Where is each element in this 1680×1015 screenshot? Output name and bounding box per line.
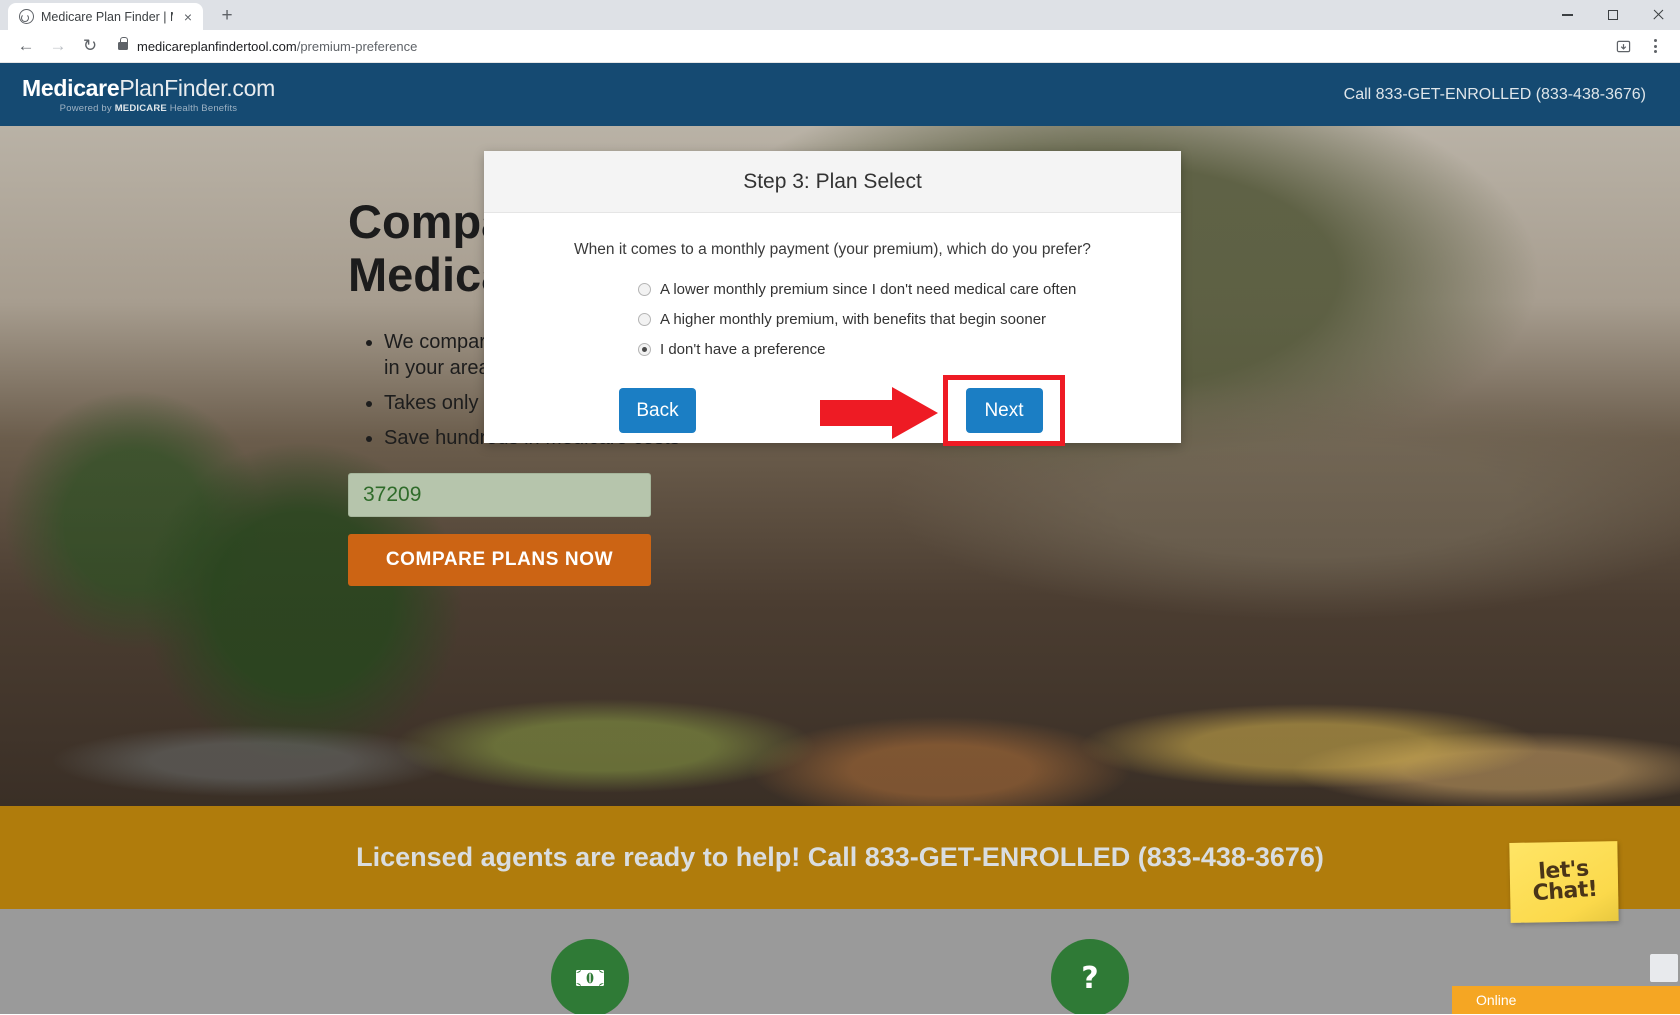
back-button[interactable]: Back <box>619 388 696 433</box>
logo-main-bold: Medicare <box>22 75 120 101</box>
globe-icon <box>19 9 34 24</box>
radio-label: A higher monthly premium, with benefits … <box>660 311 1047 328</box>
right-arrow-annotation <box>820 387 940 439</box>
radio-icon[interactable] <box>638 283 651 296</box>
radio-option-no-preference[interactable]: I don't have a preference <box>638 341 1147 358</box>
chat-status-bar[interactable]: Online <box>1452 986 1680 1014</box>
radio-option-lower-premium[interactable]: A lower monthly premium since I don't ne… <box>638 281 1147 298</box>
address-bar[interactable]: medicareplanfindertool.com/premium-prefe… <box>112 34 1608 58</box>
svg-text:?: ? <box>1081 961 1098 996</box>
forward-button[interactable]: → <box>42 31 74 61</box>
agents-banner: Licensed agents are ready to help! Call … <box>0 806 1680 909</box>
browser-toolbar: ← → ↻ medicareplanfindertool.com/premium… <box>0 30 1680 63</box>
next-button[interactable]: Next <box>965 388 1043 433</box>
lets-chat-sticky-note[interactable]: let's Chat! <box>1509 841 1619 923</box>
new-tab-button[interactable]: + <box>213 1 241 29</box>
money-bill-icon <box>551 939 629 1014</box>
feature-card-supplement: ? What are Medicare Supplement Plans? Me… <box>840 939 1340 1014</box>
logo-sub-suffix: Health Benefits <box>166 103 238 114</box>
browser-window: Medicare Plan Finder | Medicare × + ← → … <box>0 0 1680 1015</box>
radio-icon-selected[interactable] <box>638 343 651 356</box>
chat-note-line2: Chat! <box>1531 876 1598 907</box>
chat-status-label: Online <box>1476 992 1517 1008</box>
chat-note-text: let's Chat! <box>1530 856 1598 907</box>
back-button[interactable]: ← <box>10 31 42 61</box>
tab-title: Medicare Plan Finder | Medicare <box>41 9 173 24</box>
logo-sub-bold: MEDICARE <box>114 103 167 114</box>
site-header: MedicarePlanFinder.com Powered by MEDICA… <box>0 63 1680 126</box>
window-minimize-button[interactable] <box>1545 0 1590 30</box>
site-logo[interactable]: MedicarePlanFinder.com Powered by MEDICA… <box>20 75 275 114</box>
modal-header: Step 3: Plan Select <box>484 151 1181 213</box>
modal-question: When it comes to a monthly payment (your… <box>574 241 1091 258</box>
modal-actions: Back Next <box>518 371 1147 446</box>
window-close-button[interactable] <box>1635 0 1680 30</box>
radio-label: I don't have a preference <box>660 341 826 358</box>
tab-strip: Medicare Plan Finder | Medicare × + <box>0 0 1680 30</box>
logo-sub-prefix: Powered by <box>59 103 115 114</box>
next-button-highlight: Next <box>943 375 1065 446</box>
window-controls <box>1545 0 1680 30</box>
logo-main-light: PlanFinder.com <box>119 75 275 101</box>
question-mark-icon: ? <box>1051 939 1129 1014</box>
window-maximize-button[interactable] <box>1590 0 1635 30</box>
radio-option-higher-premium[interactable]: A higher monthly premium, with benefits … <box>638 311 1147 328</box>
zip-code-input[interactable] <box>348 473 651 518</box>
recaptcha-badge <box>1650 954 1678 982</box>
modal-body: When it comes to a monthly payment (your… <box>484 213 1181 446</box>
agents-banner-text: Licensed agents are ready to help! Call … <box>356 842 1324 872</box>
lock-icon <box>118 37 128 50</box>
install-icon[interactable] <box>1608 31 1638 61</box>
page-viewport: MedicarePlanFinder.com Powered by MEDICA… <box>0 63 1680 1014</box>
compare-plans-button[interactable]: COMPARE PLANS NOW <box>348 534 651 587</box>
features-section: Save Hundreds in Medicare Costs. If you … <box>0 909 1680 1014</box>
reload-button[interactable]: ↻ <box>74 31 106 61</box>
premium-preference-radio-group: A lower monthly premium since I don't ne… <box>518 281 1147 358</box>
header-phone-link[interactable]: Call 833-GET-ENROLLED (833-438-3676) <box>1344 86 1660 104</box>
browser-tab[interactable]: Medicare Plan Finder | Medicare × <box>8 3 203 30</box>
kebab-menu-icon[interactable] <box>1640 31 1670 61</box>
toolbar-right-icons <box>1608 31 1670 61</box>
url-host: medicareplanfindertool.com <box>137 38 297 54</box>
modal-title: Step 3: Plan Select <box>743 169 922 193</box>
plan-select-modal: Step 3: Plan Select When it comes to a m… <box>484 151 1181 446</box>
radio-icon[interactable] <box>638 313 651 326</box>
radio-label: A lower monthly premium since I don't ne… <box>660 281 1077 298</box>
tab-close-icon[interactable]: × <box>180 9 196 25</box>
url-path: /premium-preference <box>296 38 418 54</box>
feature-card-savings: Save Hundreds in Medicare Costs. If you … <box>340 939 840 1014</box>
